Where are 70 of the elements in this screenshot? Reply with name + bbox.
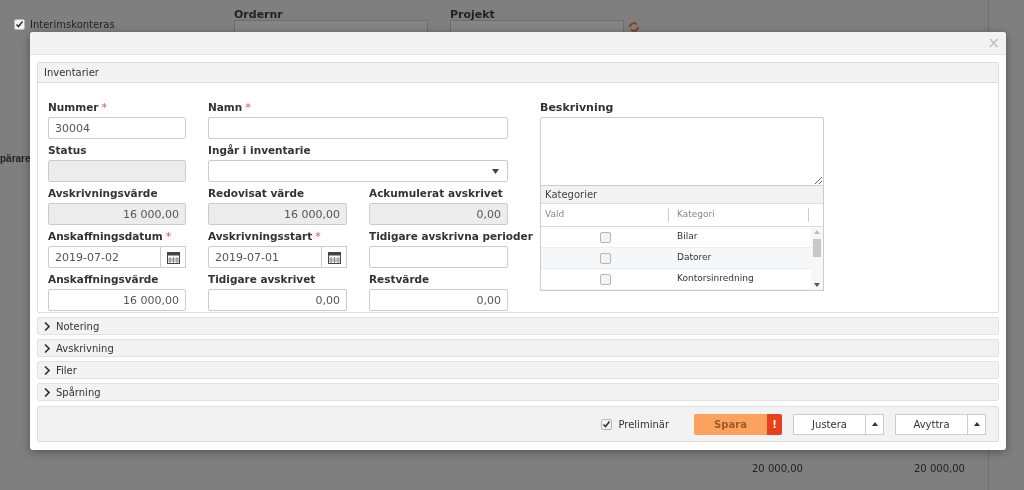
table-cell-text: Kontorsinredning [676, 272, 755, 286]
field-label: Restvärde [369, 272, 430, 287]
field-label: Beskrivning [540, 100, 615, 116]
refresh-icon[interactable] [628, 22, 640, 32]
checkbox-label: Preliminär [618, 417, 669, 432]
field-label: Anskaffningsdatum [48, 229, 163, 244]
chevron-icon [44, 365, 50, 375]
field-label: Redovisat värde [208, 186, 305, 201]
dropdown-button[interactable] [866, 413, 884, 435]
total-amount: 20 000,00 [914, 462, 965, 476]
panel-title: Inventarier [44, 66, 99, 80]
field-label: Namn [208, 100, 243, 115]
field-label: Status [48, 143, 87, 158]
chevron-icon [44, 343, 50, 353]
accordion-header[interactable]: Notering [37, 317, 999, 335]
action-button[interactable]: Justera [793, 413, 866, 435]
checkbox[interactable] [599, 273, 611, 285]
caret-icon [492, 168, 499, 174]
caret-icon [973, 422, 980, 426]
total-amount: 20 000,00 [752, 462, 803, 476]
input-field[interactable]: 0,00 [369, 289, 508, 311]
table-cell-text: Bilar [676, 230, 699, 244]
chevron-icon [44, 387, 50, 397]
description-field[interactable] [540, 116, 824, 186]
required-mark: * [101, 100, 107, 116]
calendar-button[interactable] [322, 246, 347, 268]
accordion-header[interactable]: Avskrivning [37, 339, 999, 357]
column-header: Kategori [669, 208, 809, 222]
required-mark: * [245, 100, 251, 116]
accordion-header[interactable]: Spårning [37, 383, 999, 401]
checkbox-label: Interimskonteras [30, 18, 115, 32]
required-mark: * [165, 229, 172, 245]
field-label: Ingår i inventarie [208, 143, 311, 158]
calendar-button[interactable] [161, 246, 186, 268]
field-label: Avskrivningsvärde [48, 186, 158, 201]
input-field[interactable]: 30004 [48, 117, 186, 139]
field-label: Anskaffningsvärde [48, 272, 159, 287]
field-label: Avskrivningsstart [208, 229, 313, 244]
chevron-icon [44, 321, 50, 331]
checkbox[interactable] [601, 418, 613, 430]
calendar-icon [327, 250, 341, 264]
field-label: Ackumulerat avskrivet [369, 186, 503, 201]
checkbox[interactable] [599, 252, 611, 264]
scroll-thumb[interactable] [813, 238, 821, 257]
field-label: Ordernr [234, 7, 283, 23]
input-field[interactable]: 0,00 [208, 289, 347, 311]
caret-icon [871, 422, 878, 426]
input-field[interactable]: 16 000,00 [48, 289, 186, 311]
field-label: Tidigare avskrivna perioder [369, 229, 533, 244]
column-header: Vald [541, 208, 669, 222]
field-label: Projekt [450, 7, 495, 23]
warning-badge: ! [767, 413, 782, 435]
field-label: Nummer [48, 100, 99, 115]
checkbox[interactable] [14, 19, 25, 30]
date-field[interactable]: 2019-07-01 [208, 246, 322, 268]
checkbox[interactable] [599, 231, 611, 243]
scrollbar[interactable] [811, 227, 823, 290]
scroll-up-icon[interactable] [814, 230, 820, 234]
required-mark: * [315, 229, 321, 245]
action-button[interactable]: Avyttra [895, 413, 968, 435]
calendar-icon [166, 250, 180, 264]
date-field[interactable]: 2019-07-02 [48, 246, 161, 268]
field-label: Tidigare avskrivet [208, 272, 316, 287]
dropdown-field[interactable] [208, 160, 508, 182]
dropdown-button[interactable] [968, 413, 986, 435]
accordion-header[interactable]: Filer [37, 361, 999, 379]
table-cell-text: Datorer [676, 251, 713, 265]
scroll-down-icon[interactable] [814, 283, 820, 287]
grid-title: Kategorier [545, 188, 598, 202]
column-header: pärare [0, 152, 31, 166]
